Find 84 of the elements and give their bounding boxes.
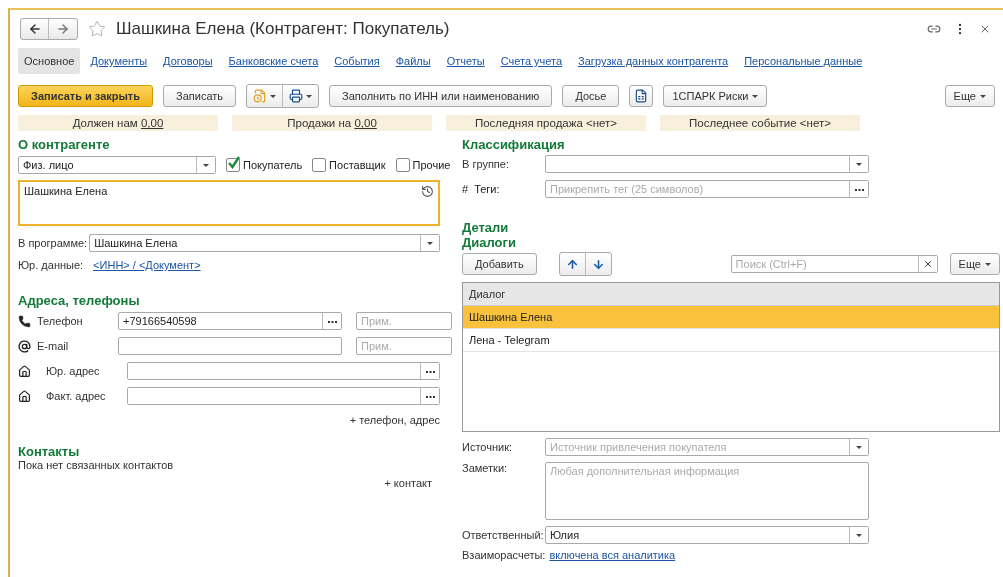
checkbox-label: Прочие bbox=[412, 159, 451, 171]
in-program-select[interactable]: Шашкина Елена bbox=[89, 234, 440, 252]
arrow-down-icon bbox=[591, 257, 605, 271]
summary-cell: Продажи на 0,00 bbox=[232, 115, 432, 131]
checkbox[interactable] bbox=[226, 158, 240, 172]
clear-icon[interactable] bbox=[922, 259, 933, 269]
field-label: Телефон bbox=[37, 315, 84, 327]
hash-mark: # bbox=[462, 183, 469, 195]
phone-field[interactable]: +79166540598 bbox=[118, 312, 342, 330]
tab[interactable]: Счета учета bbox=[494, 48, 569, 74]
dropdown-caret-icon bbox=[203, 163, 209, 167]
toolbar-button[interactable]: Записать bbox=[163, 85, 237, 107]
legal-data-link[interactable]: <ИНН> / <Документ> bbox=[93, 259, 201, 271]
checkbox-label: Поставщик bbox=[329, 159, 386, 171]
summary-cell: Должен нам 0,00 bbox=[18, 115, 218, 131]
address-field[interactable] bbox=[127, 362, 440, 380]
empty-contacts-text: Пока нет связанных контактов bbox=[18, 459, 175, 471]
name-field[interactable]: Шашкина Елена bbox=[18, 180, 440, 226]
section-heading: О контрагенте bbox=[18, 137, 111, 152]
toolbar-button[interactable]: Досье bbox=[562, 85, 620, 107]
arrow-up-icon bbox=[565, 257, 579, 271]
add-button[interactable]: Добавить bbox=[462, 253, 537, 275]
type-select[interactable]: Физ. лицо bbox=[18, 156, 216, 174]
field-label: Факт. адрес bbox=[46, 390, 107, 402]
email-field[interactable] bbox=[118, 337, 342, 355]
checkbox[interactable] bbox=[312, 158, 327, 172]
add-phone-link[interactable]: + телефон, адрес bbox=[349, 414, 440, 426]
house-icon bbox=[18, 364, 31, 378]
tab[interactable]: События bbox=[328, 48, 386, 74]
ellipsis-icon bbox=[327, 319, 337, 323]
field-label: В группе: bbox=[462, 158, 510, 170]
dialog-row[interactable]: Шашкина Елена bbox=[463, 306, 999, 329]
tab[interactable]: Файлы bbox=[389, 48, 437, 74]
spreadsheet-icon bbox=[634, 89, 649, 103]
summary-cell: Последняя продажа <нет> bbox=[446, 115, 646, 131]
document-clock-icon bbox=[253, 89, 268, 103]
tab[interactable]: Отчеты bbox=[440, 48, 491, 74]
ellipsis-icon bbox=[425, 394, 435, 398]
section-heading: Классификация bbox=[462, 137, 566, 152]
at-sign-icon bbox=[18, 339, 31, 353]
settlements-link[interactable]: включена вся аналитика bbox=[549, 549, 676, 561]
field-label: Взаиморасчеты: bbox=[462, 549, 546, 561]
toolbar-button[interactable]: Заполнить по ИНН или наименованию bbox=[329, 85, 553, 107]
tab[interactable]: Договоры bbox=[157, 48, 219, 74]
tab[interactable]: Банковские счета bbox=[222, 48, 325, 74]
checkbox[interactable] bbox=[395, 158, 410, 172]
field-label: Заметки: bbox=[462, 462, 509, 474]
tab[interactable]: Персональные данные bbox=[738, 48, 869, 74]
menu-button[interactable]: 1СПАРК Риски bbox=[663, 85, 768, 107]
save-and-close-button[interactable]: Записать и закрыть bbox=[18, 85, 154, 107]
ellipsis-icon bbox=[425, 369, 435, 373]
dropdown-caret-icon bbox=[856, 162, 862, 166]
responsible-select[interactable]: Юлия bbox=[545, 526, 869, 544]
tab[interactable]: Загрузка данных контрагента bbox=[572, 48, 735, 74]
section-heading: Контакты bbox=[18, 444, 81, 459]
ellipsis-icon bbox=[854, 187, 864, 191]
dropdown-caret-icon bbox=[856, 533, 862, 537]
section-heading: Детали bbox=[462, 220, 510, 235]
field-label: Теги: bbox=[474, 183, 500, 195]
checkbox-label: Покупатель bbox=[243, 159, 303, 171]
phone-icon bbox=[18, 314, 31, 328]
history-icon[interactable] bbox=[421, 185, 434, 198]
field-label: E-mail bbox=[37, 340, 70, 352]
arrow-right-icon bbox=[56, 22, 70, 36]
tab[interactable]: Основное bbox=[18, 48, 81, 74]
dropdown-caret-icon bbox=[856, 445, 862, 449]
field-label: Юр. данные: bbox=[18, 259, 84, 271]
add-contact-link[interactable]: + контакт bbox=[384, 477, 432, 489]
field-label: В программе: bbox=[18, 237, 88, 249]
window-title: Шашкина Елена (Контрагент: Покупатель) bbox=[116, 19, 451, 39]
tab[interactable]: Документы bbox=[84, 48, 154, 74]
printer-icon bbox=[289, 89, 304, 103]
section-heading: Диалоги bbox=[462, 235, 517, 250]
house-icon bbox=[18, 389, 31, 403]
summary-cell: Последнее событие <нет> bbox=[660, 115, 860, 131]
field-label: Источник: bbox=[462, 441, 513, 453]
more-button[interactable]: Еще bbox=[949, 253, 1000, 275]
section-heading: Адреса, телефоны bbox=[18, 293, 141, 308]
spreadsheet-button[interactable] bbox=[629, 85, 654, 107]
address-field[interactable] bbox=[127, 387, 440, 405]
field-label: Юр. адрес bbox=[46, 365, 101, 377]
menu-button[interactable]: Еще bbox=[944, 85, 995, 107]
column-header: Диалог bbox=[463, 283, 999, 306]
dropdown-caret-icon bbox=[427, 241, 433, 245]
